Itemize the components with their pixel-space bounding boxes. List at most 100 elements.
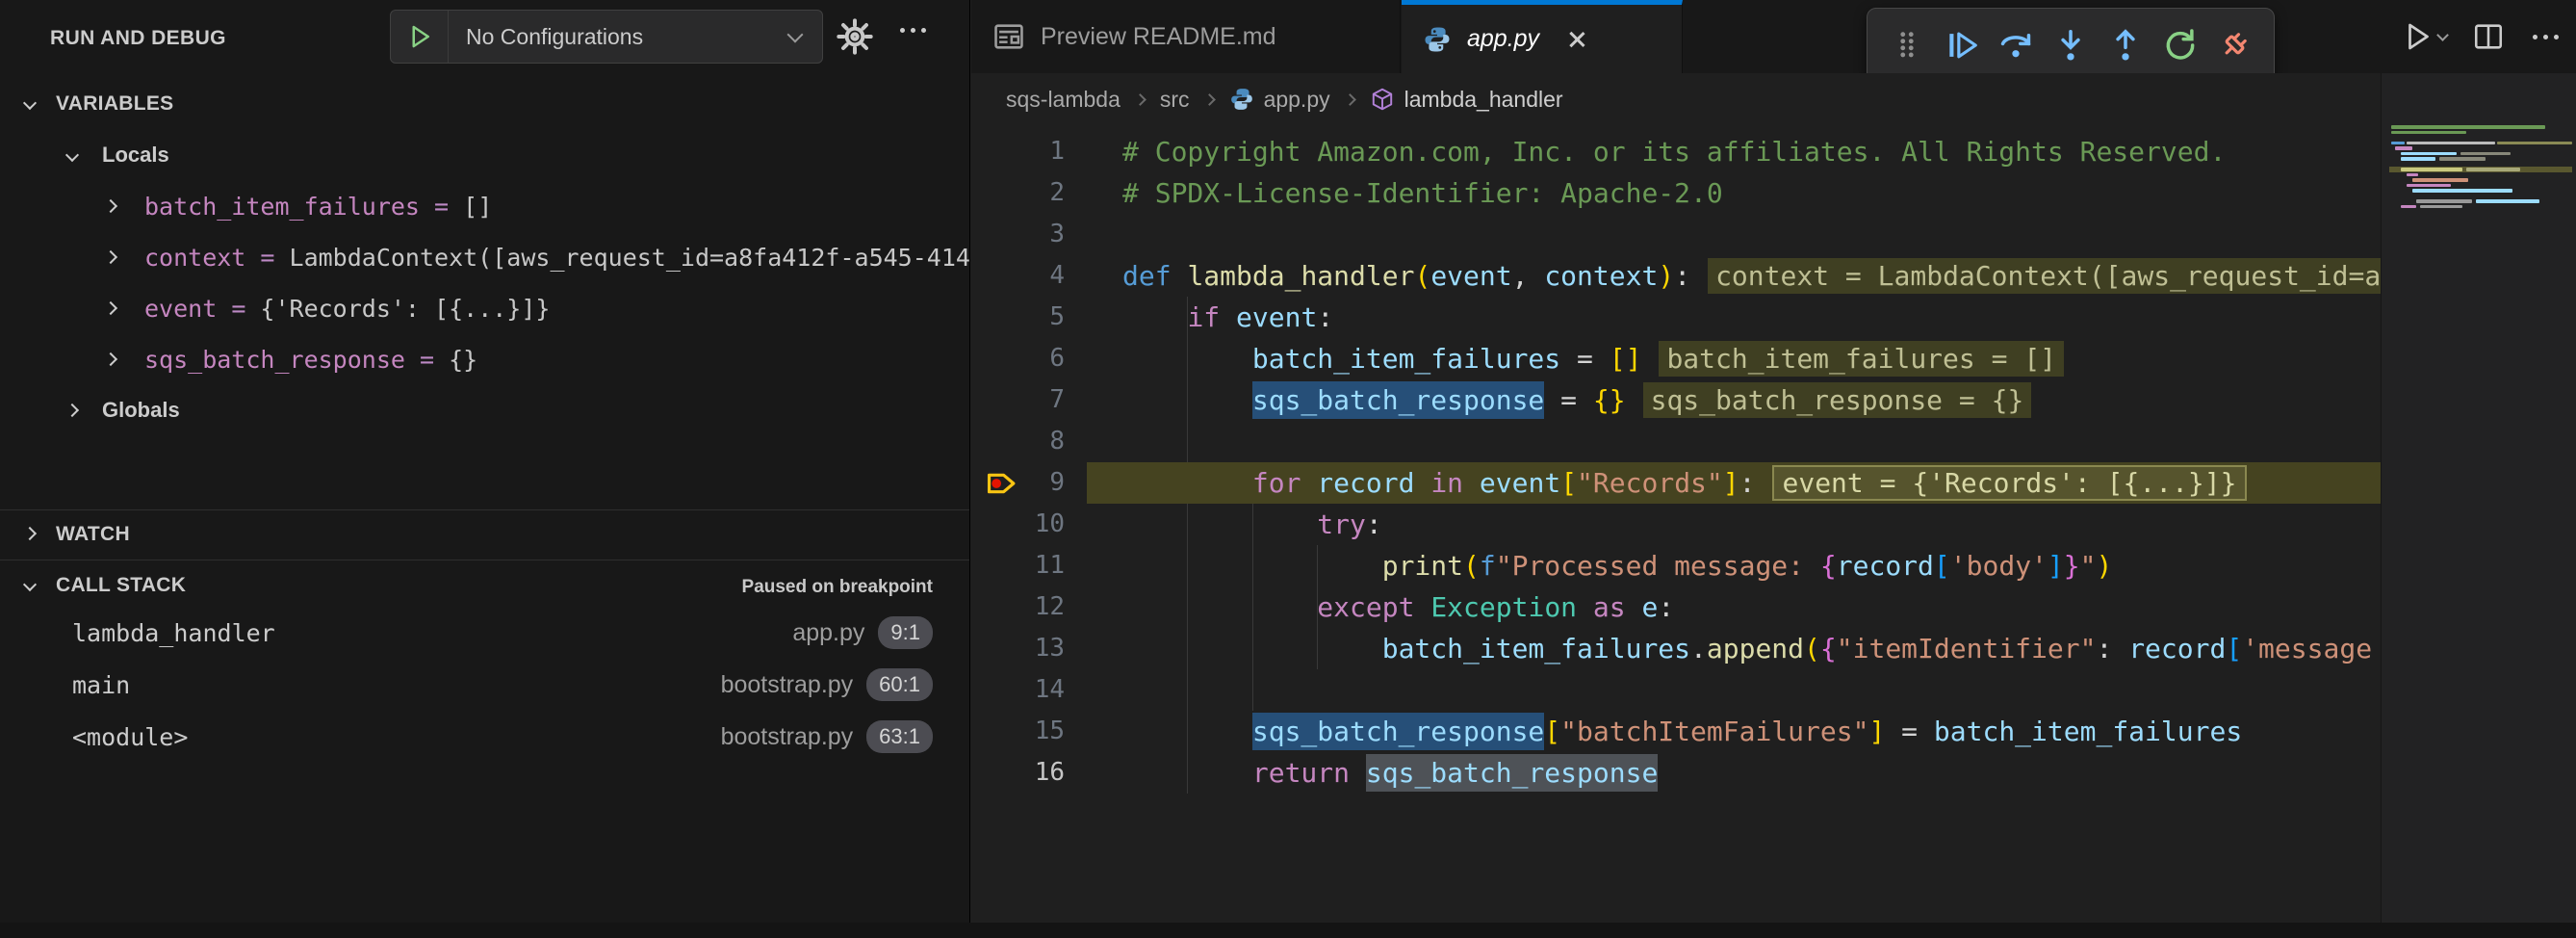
drag-handle-icon[interactable] (1886, 24, 1928, 66)
code-line[interactable]: 11 print(f"Processed message: {record['b… (971, 545, 2381, 586)
code-token (1122, 384, 1252, 416)
split-editor-icon[interactable] (2472, 20, 2505, 53)
code-line-content[interactable]: def lambda_handler(event, context):conte… (1122, 255, 2381, 297)
line-number[interactable]: 6 (971, 338, 1065, 379)
frame-name: <module> (72, 723, 188, 751)
code-line[interactable]: 1 # Copyright Amazon.com, Inc. or its aff… (971, 131, 2381, 172)
code-line[interactable]: 3 (971, 214, 2381, 255)
stack-frame-row[interactable]: mainbootstrap.py60:1 (0, 663, 969, 709)
run-dropdown-chevron-icon[interactable] (2436, 29, 2449, 41)
breadcrumb-symbol[interactable]: lambda_handler (1404, 87, 1563, 113)
code-editor[interactable]: 1 # Copyright Amazon.com, Inc. or its aff… (971, 127, 2381, 923)
disconnect-icon[interactable] (2213, 24, 2255, 66)
frame-line-badge: 60:1 (866, 668, 933, 701)
code-token: return (1252, 757, 1350, 789)
breadcrumb-folder[interactable]: src (1160, 87, 1190, 113)
code-token: batch_item_failures (1252, 343, 1560, 375)
code-line[interactable]: 13 batch_item_failures.append({"itemIden… (971, 628, 2381, 669)
code-line-content[interactable]: try: (1122, 504, 1382, 545)
code-line[interactable]: 6 batch_item_failures = []batch_item_fai… (971, 338, 2381, 379)
line-number[interactable]: 15 (971, 711, 1065, 752)
code-line-content[interactable]: # SPDX-License-Identifier: Apache-2.0 (1122, 172, 1723, 214)
code-line-content[interactable]: except Exception as e: (1122, 586, 1674, 628)
code-token (1122, 467, 1252, 499)
minimap-line (2401, 168, 2462, 171)
frame-line-badge: 9:1 (878, 616, 933, 649)
variable-row[interactable]: context = LambdaContext([aws_request_id=… (0, 235, 969, 281)
line-number[interactable]: 13 (971, 628, 1065, 669)
code-line[interactable]: 7 sqs_batch_response = {}sqs_batch_respo… (971, 379, 2381, 421)
code-token: ) (2097, 550, 2113, 582)
line-number[interactable]: 7 (971, 379, 1065, 421)
line-number[interactable]: 3 (971, 214, 1065, 255)
code-line-content[interactable]: batch_item_failures = []batch_item_failu… (1122, 338, 2064, 379)
debug-config-dropdown[interactable]: No Configurations (390, 10, 823, 64)
run-file-button[interactable] (2400, 19, 2447, 54)
code-token: { (1820, 633, 1837, 664)
code-token: " (2080, 550, 2097, 582)
frame-name: lambda_handler (72, 619, 275, 647)
line-number[interactable]: 14 (971, 669, 1065, 711)
restart-icon[interactable] (2159, 24, 2202, 66)
gear-icon[interactable] (836, 17, 874, 56)
stack-frame-row[interactable]: lambda_handlerapp.py9:1 (0, 611, 969, 657)
step-over-icon[interactable] (1995, 24, 2037, 66)
code-line-content[interactable]: print(f"Processed message: {record['body… (1122, 545, 2112, 586)
breadcrumb-file[interactable]: app.py (1264, 87, 1330, 113)
variable-row[interactable]: batch_item_failures = [] (0, 184, 969, 230)
line-number[interactable]: 1 (971, 131, 1065, 172)
code-line[interactable]: 15 sqs_batch_response["batchItemFailures… (971, 711, 2381, 752)
code-token: print (1382, 550, 1463, 582)
code-token: lambda_handler (1187, 260, 1414, 292)
tab-app-py[interactable]: app.py (1402, 0, 1683, 73)
line-number[interactable]: 10 (971, 504, 1065, 545)
variable-row[interactable]: event = {'Records': [{...}]} (0, 286, 969, 332)
code-token: : (1658, 591, 1674, 623)
line-number[interactable]: 11 (971, 545, 1065, 586)
code-line[interactable]: 10 try: (971, 504, 2381, 545)
variables-scope-row[interactable]: Locals (0, 133, 969, 179)
code-line-content[interactable]: # Copyright Amazon.com, Inc. or its affi… (1122, 131, 2226, 172)
code-line-content[interactable]: sqs_batch_response["batchItemFailures"] … (1122, 711, 2242, 752)
step-into-icon[interactable] (2049, 24, 2092, 66)
code-line-content[interactable]: batch_item_failures.append({"itemIdentif… (1122, 628, 2372, 669)
code-line[interactable]: 16 return sqs_batch_response (971, 752, 2381, 794)
line-number[interactable]: 12 (971, 586, 1065, 628)
watch-section-header[interactable]: WATCH (0, 511, 969, 560)
code-line-content[interactable]: sqs_batch_response = {}sqs_batch_respons… (1122, 379, 2031, 421)
line-number[interactable]: 8 (971, 421, 1065, 462)
debug-config-label[interactable]: No Configurations (449, 24, 789, 50)
code-token: def (1122, 260, 1172, 292)
code-line-content[interactable]: if event: (1122, 297, 1333, 338)
code-line[interactable]: 14 (971, 669, 2381, 711)
minimap[interactable] (2389, 125, 2572, 221)
step-out-icon[interactable] (2104, 24, 2147, 66)
code-line-content[interactable]: return sqs_batch_response (1122, 752, 1658, 794)
code-token: 'message (2242, 633, 2372, 664)
code-line[interactable]: 4 def lambda_handler(event, context):cont… (971, 255, 2381, 297)
breadcrumb-folder[interactable]: sqs-lambda (1006, 87, 1121, 113)
variables-scope-row[interactable]: Globals (0, 388, 969, 434)
minimap-line (2401, 157, 2435, 161)
line-number[interactable]: 4 (971, 255, 1065, 297)
code-line[interactable]: 2 # SPDX-License-Identifier: Apache-2.0 (971, 172, 2381, 214)
code-line-content[interactable]: for record in event["Records"]:event = {… (1122, 462, 2247, 504)
start-debug-icon[interactable] (391, 11, 449, 63)
line-number[interactable]: 16 (971, 752, 1065, 794)
variables-section-header[interactable]: VARIABLES (0, 81, 969, 129)
code-line[interactable]: 5 if event: (971, 297, 2381, 338)
call-stack-section-header[interactable]: CALL STACK Paused on breakpoint (0, 562, 969, 611)
code-line[interactable]: 8 (971, 421, 2381, 462)
continue-icon[interactable] (1941, 24, 1983, 66)
code-token: = (1885, 716, 1934, 747)
line-number[interactable]: 5 (971, 297, 1065, 338)
stack-frame-row[interactable]: <module>bootstrap.py63:1 (0, 715, 969, 761)
more-actions-icon[interactable] (2530, 20, 2563, 53)
code-line[interactable]: 9 for record in event["Records"]:event =… (971, 462, 2381, 504)
close-icon[interactable] (1564, 27, 1589, 52)
code-line[interactable]: 12 except Exception as e: (971, 586, 2381, 628)
tab-preview-readme[interactable]: Preview README.md (971, 0, 1401, 73)
line-number[interactable]: 9 (971, 462, 1065, 504)
variable-row[interactable]: sqs_batch_response = {} (0, 337, 969, 383)
line-number[interactable]: 2 (971, 172, 1065, 214)
